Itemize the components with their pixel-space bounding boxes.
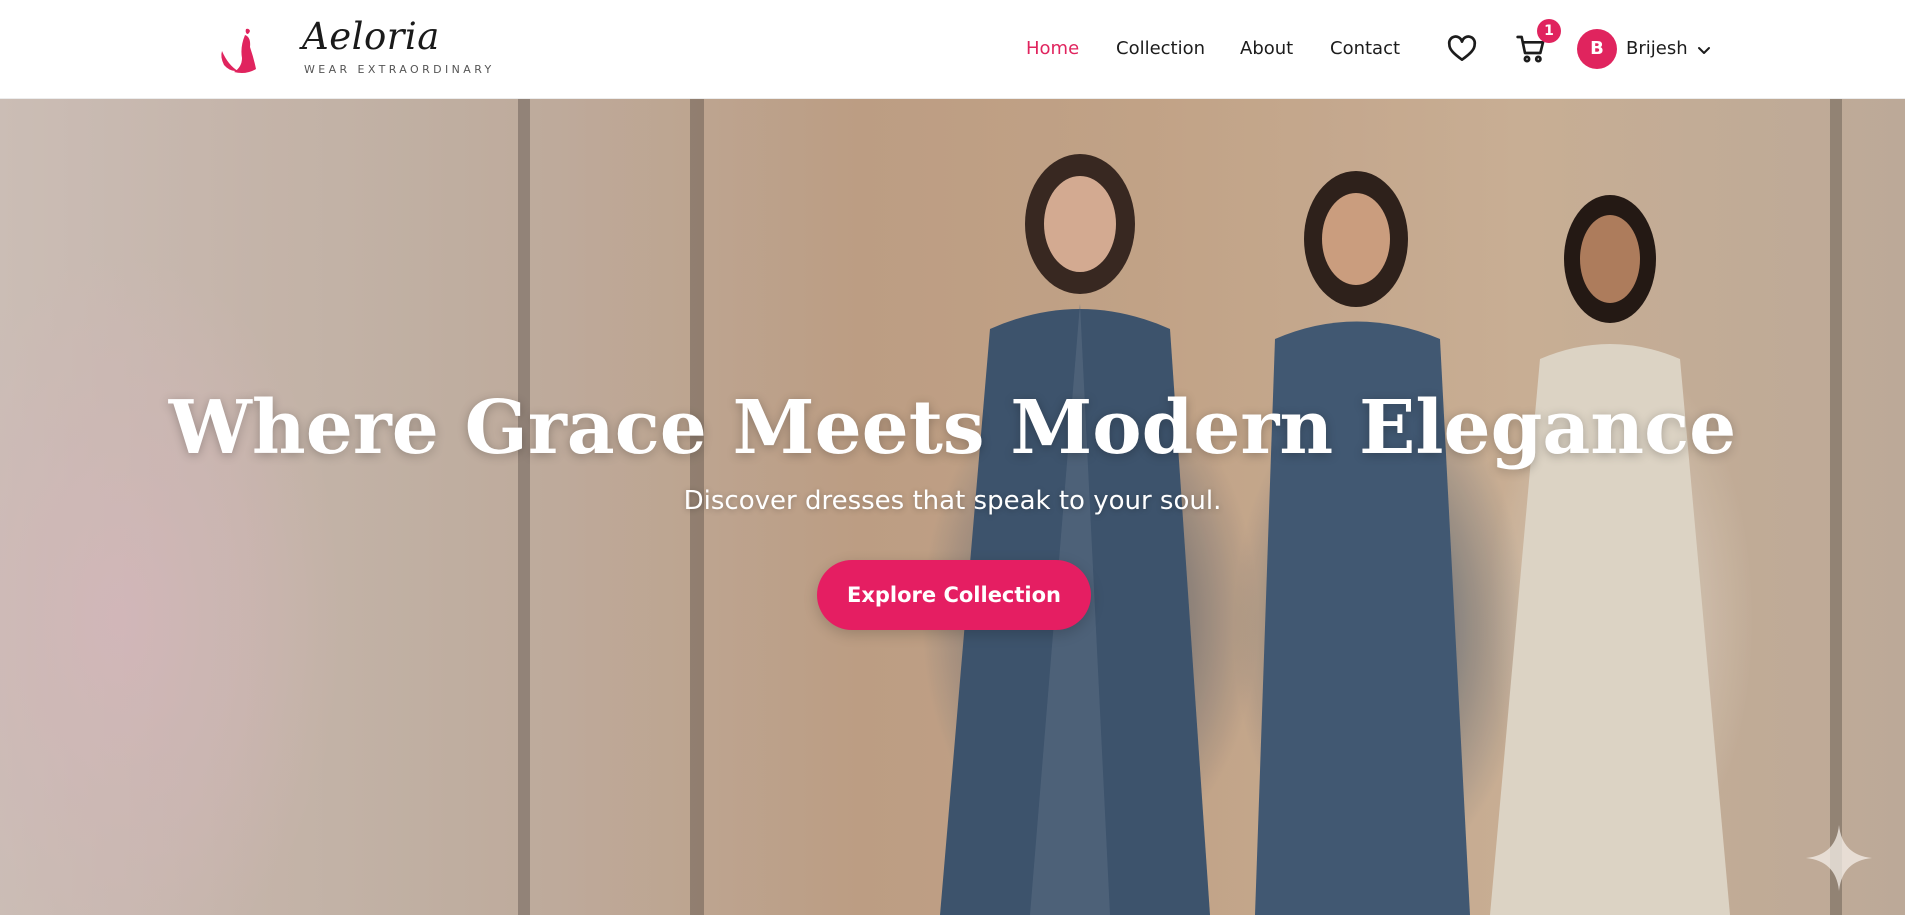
nav-link-home[interactable]: Home [1026,38,1079,60]
user-avatar[interactable]: B [1577,29,1617,69]
dress-logo-icon[interactable] [220,25,260,75]
user-name[interactable]: Brijesh [1626,38,1688,60]
brand-tagline: WEAR EXTRAORDINARY [304,63,495,76]
nav-link-contact[interactable]: Contact [1330,38,1400,60]
nav-link-about[interactable]: About [1240,38,1293,60]
explore-collection-button[interactable]: Explore Collection [817,560,1091,630]
hero-title: Where Grace Meets Modern Elegance [168,385,1737,471]
hero-subtitle: Discover dresses that speak to your soul… [683,486,1222,516]
nav-link-collection[interactable]: Collection [1116,38,1205,60]
chevron-down-icon[interactable] [1694,40,1714,60]
hero-banner: Where Grace Meets Modern Elegance Discov… [0,99,1905,915]
top-navbar: Aeloria WEAR EXTRAORDINARY Home Collecti… [0,0,1905,99]
brand-name[interactable]: Aeloria [302,18,440,55]
sparkle-icon [1806,825,1872,891]
cart-count-badge: 1 [1537,19,1561,43]
heart-icon[interactable] [1446,33,1478,65]
